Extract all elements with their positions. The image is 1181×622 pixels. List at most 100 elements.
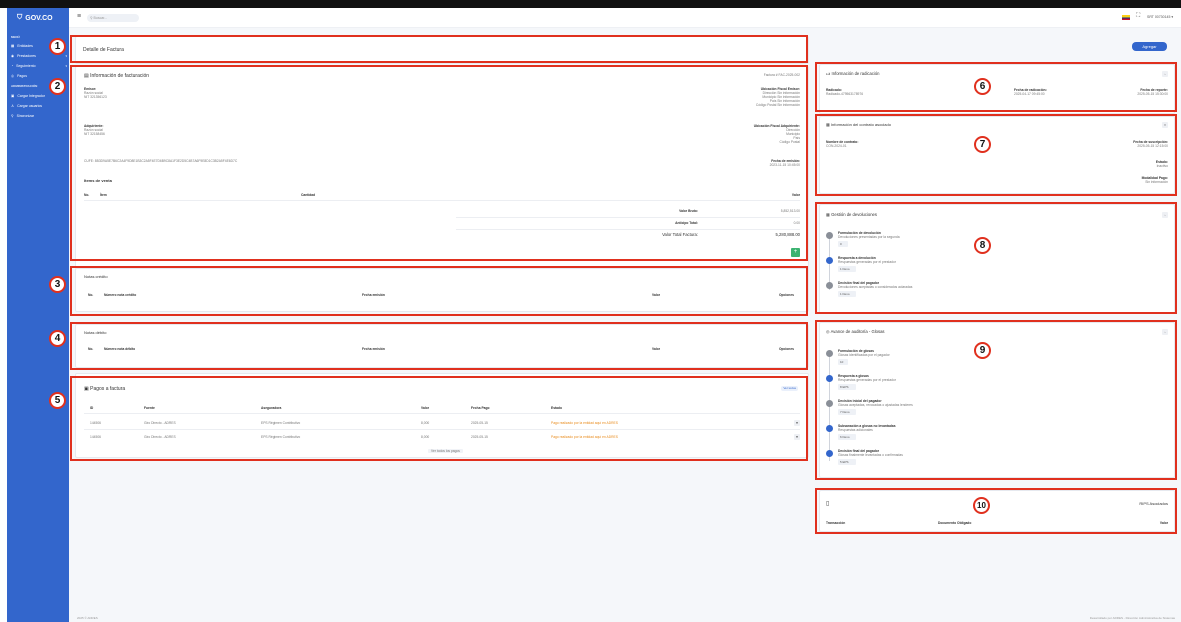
main-content: Detalle de Factura Agregar ▤ Información…: [69, 28, 1181, 622]
adquiriente-nit: NIT 32158456: [84, 132, 105, 136]
step-icon: [826, 232, 833, 239]
annotation-badge-8: 8: [974, 237, 991, 254]
add-item-button[interactable]: +: [791, 248, 800, 257]
collapse-button[interactable]: ›: [1162, 329, 1168, 335]
expand-row-icon[interactable]: ▾: [794, 420, 800, 426]
col-value: Valor: [652, 347, 661, 351]
chart-icon: ◔: [11, 64, 14, 68]
payment-value: 8,000: [421, 421, 430, 425]
payment-source: Giro Directo - ADRES: [144, 421, 176, 425]
report-date: 2025-05-15 15:30:00: [1137, 92, 1168, 96]
billing-title: ▤ Información de facturación: [84, 73, 150, 79]
payment-status: Pago realizado por la entidad aquí en AD…: [551, 421, 618, 425]
col-debit-number: Número nota débito: [104, 347, 136, 351]
step-subtitle: Glosas finalmente levantadas o confirmad…: [838, 453, 903, 457]
auditoria-card: ◎ Avance de auditoría - Glosas › Formula…: [819, 322, 1175, 478]
step-icon: [826, 425, 833, 432]
collapse-button[interactable]: ›: [1162, 212, 1168, 218]
col-payment-date: Fecha Pago: [471, 406, 490, 410]
view-all-payments-button[interactable]: Ver todos los pagos: [428, 449, 463, 454]
radicacion-card: 👍︎ Información de radicación › Radicado:…: [819, 64, 1175, 114]
divider: [456, 229, 800, 230]
annotation-badge-7: 7: [974, 136, 991, 153]
divider: [84, 429, 800, 430]
step-subtitle: Devoluciones presentadas por la segunda: [838, 235, 900, 239]
payment-id: 144506: [90, 421, 102, 425]
search-input[interactable]: ⚲ Buscar...: [87, 14, 139, 22]
page-title: Detalle de Factura: [83, 47, 124, 53]
sidebar: ⛉ GOV.CO MENÚ ▦ Entidades ◉ Prestadores ▾ ◔…: [7, 8, 69, 622]
col-value: Valor: [652, 293, 661, 297]
chevron-down-icon: ▾: [65, 54, 67, 58]
cufe-code: CUFE: 8B3D9A5E7B6C2A4F9D8E1B3C2A5F4E7D6B…: [84, 159, 238, 163]
divider: [84, 200, 800, 201]
step-subtitle: Devoluciones aceptadas o considerados ac…: [838, 285, 913, 289]
emisor-postal: Código Postal Sin información: [755, 103, 800, 107]
payments-title: ▣ Pagos a factura: [84, 386, 126, 392]
upload-icon: ▣: [11, 94, 15, 98]
step-count: 8 EPS: [838, 384, 856, 390]
auditoria-title: ◎ Avance de auditoría - Glosas: [826, 329, 885, 334]
view-all-tag[interactable]: Ver todos: [781, 386, 798, 391]
step-count: 5 EPS: [838, 459, 856, 465]
payment-id: 144506: [90, 435, 102, 439]
menu-icon[interactable]: ≡: [77, 13, 81, 20]
radicacion-title: 👍︎ Información de radicación: [826, 71, 880, 76]
sidebar-item-cargar-usuarios[interactable]: ♙ Cargar usuarios: [11, 104, 67, 108]
annotation-badge-6: 6: [974, 78, 991, 95]
devoluciones-title: ▦ Gestión de devoluciones: [826, 212, 877, 217]
user-icon: ♙: [11, 104, 15, 108]
contrato-card: ▦ Información del contrato asociado ▾ No…: [819, 116, 1175, 194]
fullscreen-icon[interactable]: ⛶: [1136, 13, 1140, 20]
payment-status: Pago realizado por la entidad aquí en AD…: [551, 435, 618, 439]
adquiriente-postal: Código Postal: [779, 140, 800, 144]
debit-notes-card: Notas débito No. Número nota débito Fech…: [75, 324, 809, 368]
expand-row-icon[interactable]: ▾: [794, 434, 800, 440]
annotation-badge-3: 3: [49, 276, 66, 293]
col-options: Opciones: [778, 293, 794, 297]
sidebar-section-admin: ADMINISTRACIÓN: [11, 84, 38, 88]
topbar: ≡ ⚲ Buscar... ⛶ SRT 00730145 ▾: [69, 8, 1181, 28]
footer-credits: Desarrollado por ADRES - Dirección Admin…: [1089, 616, 1175, 620]
col-value: Valor: [421, 406, 430, 410]
annotation-badge-4: 4: [49, 330, 66, 347]
col-issue-date: Fecha emisión: [362, 347, 385, 351]
step-icon: [826, 400, 833, 407]
credit-notes-title: Notas crédito: [84, 274, 108, 279]
building-icon: ▦: [11, 44, 15, 48]
invoice-number: Factura # FAC-2025-002: [763, 73, 800, 77]
gross-label: Valor Bruto:: [679, 209, 698, 213]
col-options: Opciones: [778, 347, 794, 351]
radicacion-date: 2025-04-17 09:45:00: [1014, 92, 1045, 96]
sidebar-item-seguimiento[interactable]: ◔ Seguimiento ▾: [11, 64, 67, 68]
payment-value: 8,000: [421, 435, 430, 439]
sidebar-item-sincronizar[interactable]: ⚲ Sincronizar: [11, 114, 67, 118]
step-count: 1 Devo: [838, 266, 856, 272]
user-menu[interactable]: SRT 00730145 ▾: [1147, 15, 1173, 19]
step-subtitle: Respuestas adicionales: [838, 428, 873, 432]
collapse-button[interactable]: ▾: [1162, 122, 1168, 128]
gross-value: 5,852,513.00: [780, 209, 800, 213]
col-no: No.: [84, 193, 90, 197]
payment-insurer: EPS Régimen Contributivo: [261, 421, 301, 425]
step-count: 7 Devo: [838, 409, 856, 415]
step-subtitle: Respuestas generadas por el prestador: [838, 260, 896, 264]
emisor-nit: NIT 321356123: [84, 95, 107, 99]
step-count: 1 Devo: [838, 291, 856, 297]
pin-icon: ⚲: [11, 114, 14, 118]
sidebar-section-menu: MENÚ: [11, 35, 20, 39]
col-value: Valor: [791, 193, 800, 197]
step-icon: [826, 257, 833, 264]
annotation-badge-10: 10: [973, 497, 990, 514]
col-id: ID: [90, 406, 94, 410]
gov-logo[interactable]: ⛉ GOV.CO: [17, 14, 53, 22]
step-icon: [826, 375, 833, 382]
step-icon: [826, 282, 833, 289]
collapse-button[interactable]: ›: [1162, 71, 1168, 77]
annotation-badge-2: 2: [49, 78, 66, 95]
add-button[interactable]: Agregar: [1132, 42, 1167, 51]
footer-copyright: 2025 © ADRES: [77, 616, 98, 620]
people-icon: ◉: [11, 54, 15, 58]
colombia-flag-icon[interactable]: [1122, 15, 1130, 20]
col-insurer: Aseguradora: [261, 406, 282, 410]
